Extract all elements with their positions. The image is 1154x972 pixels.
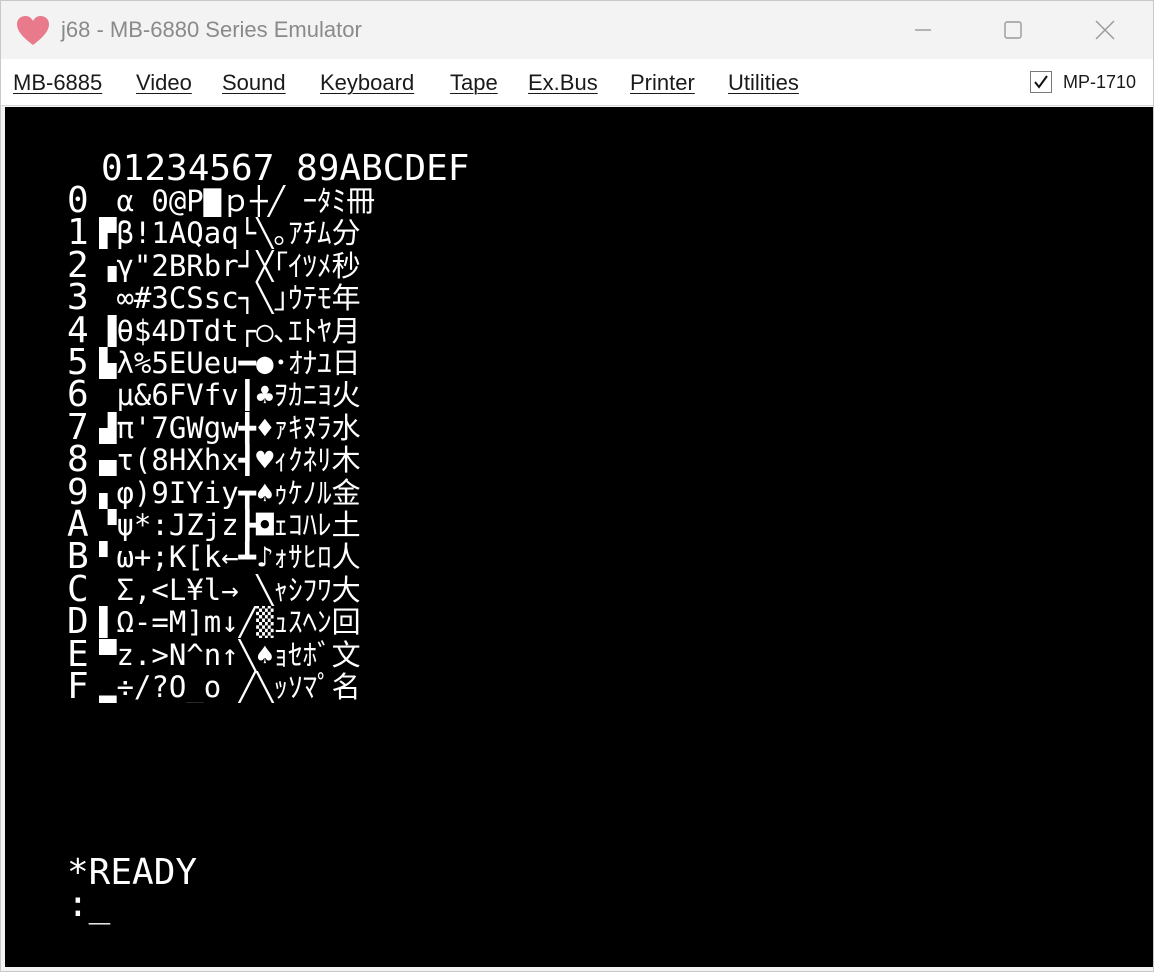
glyph-row: ▄τ(8HXhx┫♥ｨｸﾈﾘ木: [99, 444, 361, 476]
input-prompt: :_: [67, 884, 111, 925]
window-title: j68 - MB-6880 Series Emulator: [61, 17, 362, 42]
menu-printer[interactable]: Printer: [630, 70, 695, 96]
glyph-row: ▐θ$4DTdt┌○､ｴﾄﾔ月: [99, 315, 361, 347]
glyph-row: μ&6FVfv┃♣ｦｶﾆﾖ火: [99, 379, 361, 411]
glyph-row: ▖φ)9IYiy┳♠ｩｹﾉﾙ金: [99, 477, 361, 509]
glyph-row: ▂÷/?O_o ╱╲ｯｿﾏﾟ名: [99, 671, 361, 703]
maximize-icon: [1004, 21, 1022, 39]
menu-sound[interactable]: Sound: [222, 70, 286, 96]
title-bar[interactable]: j68 - MB-6880 Series Emulator: [1, 1, 1153, 59]
menu-bar: MB-6885 Video Sound Keyboard Tape Ex.Bus…: [1, 59, 1153, 106]
glyph-row: Σ,<L¥l→ ╲ｬｼﾌﾜ大: [99, 574, 361, 606]
glyph-row: ▝ψ*:JZjz┣◘ｪｺﾊﾚ土: [99, 509, 361, 541]
glyph-row: ▛β!1AQaq└╲｡ｱﾁﾑ分: [99, 217, 361, 249]
maximize-button[interactable]: [967, 1, 1059, 59]
mp-1710-label: MP-1710: [1063, 72, 1137, 92]
minimize-button[interactable]: [877, 1, 969, 59]
minimize-icon: [915, 29, 931, 31]
check-icon: [1034, 75, 1048, 89]
emulator-window: j68 - MB-6880 Series Emulator MB-6885 Vi…: [0, 0, 1154, 972]
emulator-screen[interactable]: 01234567 89ABCDEF 0 α 0@P▇ｐ┼╱ ｰﾀﾐ冊 1 ▛β!1A…: [5, 107, 1153, 967]
glyph-row: ▟π'7GWgw╋♦ｧｷﾇﾗ水: [99, 412, 361, 444]
close-icon: [1095, 20, 1115, 40]
menu-mb-6885[interactable]: MB-6885: [13, 70, 102, 96]
glyph-row: α 0@P▇ｐ┼╱ ｰﾀﾐ冊: [99, 185, 376, 217]
menu-ex-bus[interactable]: Ex.Bus: [528, 70, 598, 96]
glyph-row: ▀z.>N^n↑╲♠ｮｾﾎﾞ文: [99, 639, 361, 671]
mp-1710-checkbox[interactable]: [1030, 71, 1052, 93]
menu-keyboard[interactable]: Keyboard: [320, 70, 414, 96]
glyph-row: ▘ω+;K[k←┻♪ｫｻﾋﾛ人: [99, 541, 361, 573]
column-header: 01234567 89ABCDEF: [101, 148, 470, 189]
close-button[interactable]: [1059, 1, 1151, 59]
heart-icon: [16, 15, 50, 47]
row-label: F: [67, 666, 89, 707]
menu-video[interactable]: Video: [136, 70, 192, 96]
glyph-row: ▗γ"2BRbr┘╳｢ｲﾂﾒ秒: [99, 250, 361, 282]
glyph-row: ▌Ω-=M]m↓╱▒ｭｽﾍﾝ回: [99, 606, 361, 638]
glyph-row: ∞#3CSsc┐╲｣ｳﾃﾓ年: [99, 282, 361, 314]
menu-tape[interactable]: Tape: [450, 70, 498, 96]
menu-utilities[interactable]: Utilities: [728, 70, 799, 96]
glyph-row: ▙λ%5EUeu━●･ｵﾅﾕ日: [99, 347, 361, 379]
